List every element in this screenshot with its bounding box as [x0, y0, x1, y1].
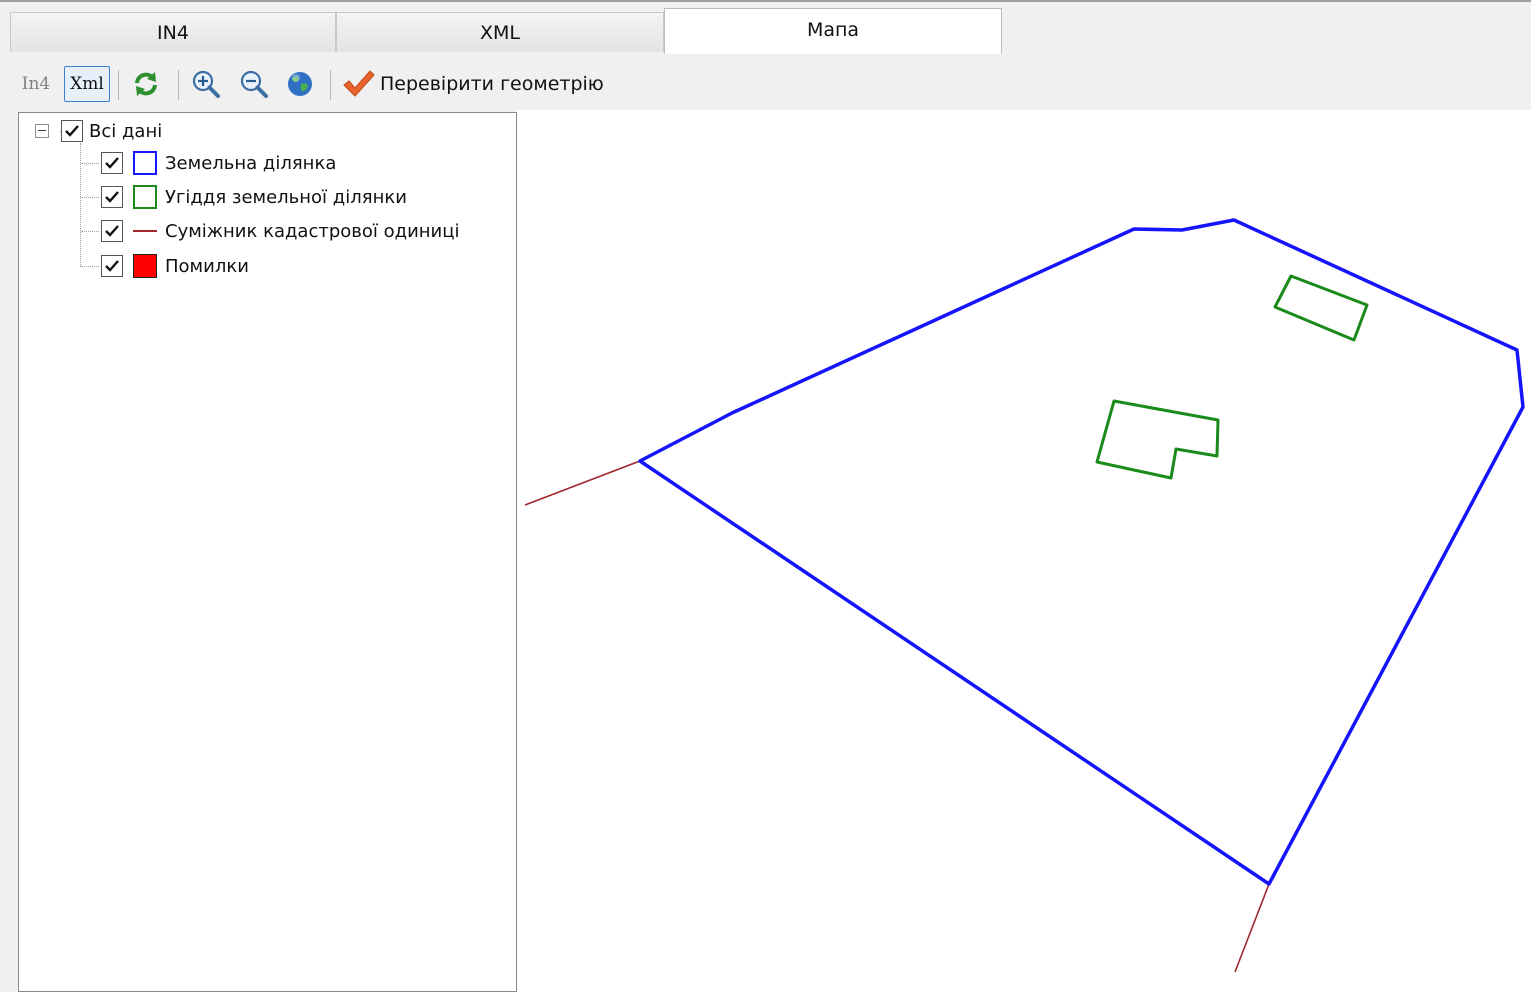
tree-connector [81, 197, 99, 198]
map-canvas[interactable] [517, 110, 1531, 992]
checkbox-land-parcel[interactable] [101, 152, 123, 174]
zoom-in-icon [192, 70, 220, 98]
xml-button[interactable]: Xml [64, 66, 110, 102]
tab-strip-filler [1002, 12, 1531, 52]
check-mark-icon [105, 191, 119, 203]
layer-item-land-use[interactable]: Угіддя земельної ділянки [101, 182, 407, 212]
tab-xml[interactable]: XML [336, 12, 664, 52]
layer-label-errors: Помилки [165, 255, 249, 277]
toolbar-separator [118, 70, 119, 100]
tree-connector [81, 163, 99, 164]
tab-map[interactable]: Мапа [664, 8, 1002, 54]
legend-swatch-green-outline [133, 185, 157, 209]
check-geometry-button[interactable] [338, 66, 378, 102]
checkmark-icon [343, 70, 375, 97]
layer-label-land-parcel: Земельна ділянка [165, 152, 337, 174]
tree-connector [81, 231, 99, 232]
land-parcel-polygon[interactable] [638, 218, 1525, 886]
toolbar: In4 Xml Перевірити геометрію [0, 58, 1531, 110]
check-mark-icon [105, 225, 119, 237]
checkbox-errors[interactable] [101, 255, 123, 277]
in4-button[interactable]: In4 [18, 66, 54, 102]
neighbor-line [1234, 883, 1270, 973]
map-drawing [524, 218, 1525, 973]
zoom-in-button[interactable] [188, 66, 224, 102]
layer-label-neighbor: Суміжник кадастрової одиниці [165, 220, 460, 242]
land-use-polygon[interactable] [1095, 399, 1220, 480]
tree-connector [80, 143, 81, 267]
checkbox-neighbor[interactable] [101, 220, 123, 242]
zoom-out-button[interactable] [236, 66, 272, 102]
tree-collapse-toggle[interactable] [35, 124, 49, 138]
app-window: IN4 XML Мапа In4 Xml Перевірити геометрі… [0, 0, 1531, 992]
land-use-polygon[interactable] [1273, 274, 1369, 342]
legend-swatch-red-line [133, 230, 157, 232]
layer-item-neighbor[interactable]: Суміжник кадастрової одиниці [101, 216, 460, 246]
toolbar-separator [178, 70, 179, 100]
globe-icon [288, 72, 312, 96]
tree-label-all-data: Всі дані [89, 120, 163, 142]
tab-bar: IN4 XML Мапа [0, 0, 1531, 54]
layer-label-land-use: Угіддя земельної ділянки [165, 186, 407, 208]
tree-connector [81, 266, 99, 267]
zoom-out-icon [240, 70, 268, 98]
check-mark-icon [105, 260, 119, 272]
legend-swatch-blue-outline [133, 151, 157, 175]
neighbor-line [524, 460, 641, 506]
full-extent-button[interactable] [282, 66, 318, 102]
layer-tree: Всі дані Земельна ділянка Угіддя земельн… [18, 112, 517, 992]
layer-item-land-parcel[interactable]: Земельна ділянка [101, 148, 336, 178]
legend-swatch-red-filled [133, 254, 157, 278]
tab-in4[interactable]: IN4 [10, 12, 336, 52]
toolbar-separator [330, 70, 331, 100]
layer-item-errors[interactable]: Помилки [101, 251, 249, 281]
check-mark-icon [65, 125, 79, 137]
checkbox-land-use[interactable] [101, 186, 123, 208]
check-geometry-label[interactable]: Перевірити геометрію [380, 66, 604, 102]
checkbox-all-data[interactable] [61, 120, 83, 142]
tree-root-all-data[interactable]: Всі дані [61, 116, 162, 146]
check-mark-icon [105, 157, 119, 169]
refresh-button[interactable] [128, 66, 164, 102]
refresh-icon [135, 72, 157, 96]
